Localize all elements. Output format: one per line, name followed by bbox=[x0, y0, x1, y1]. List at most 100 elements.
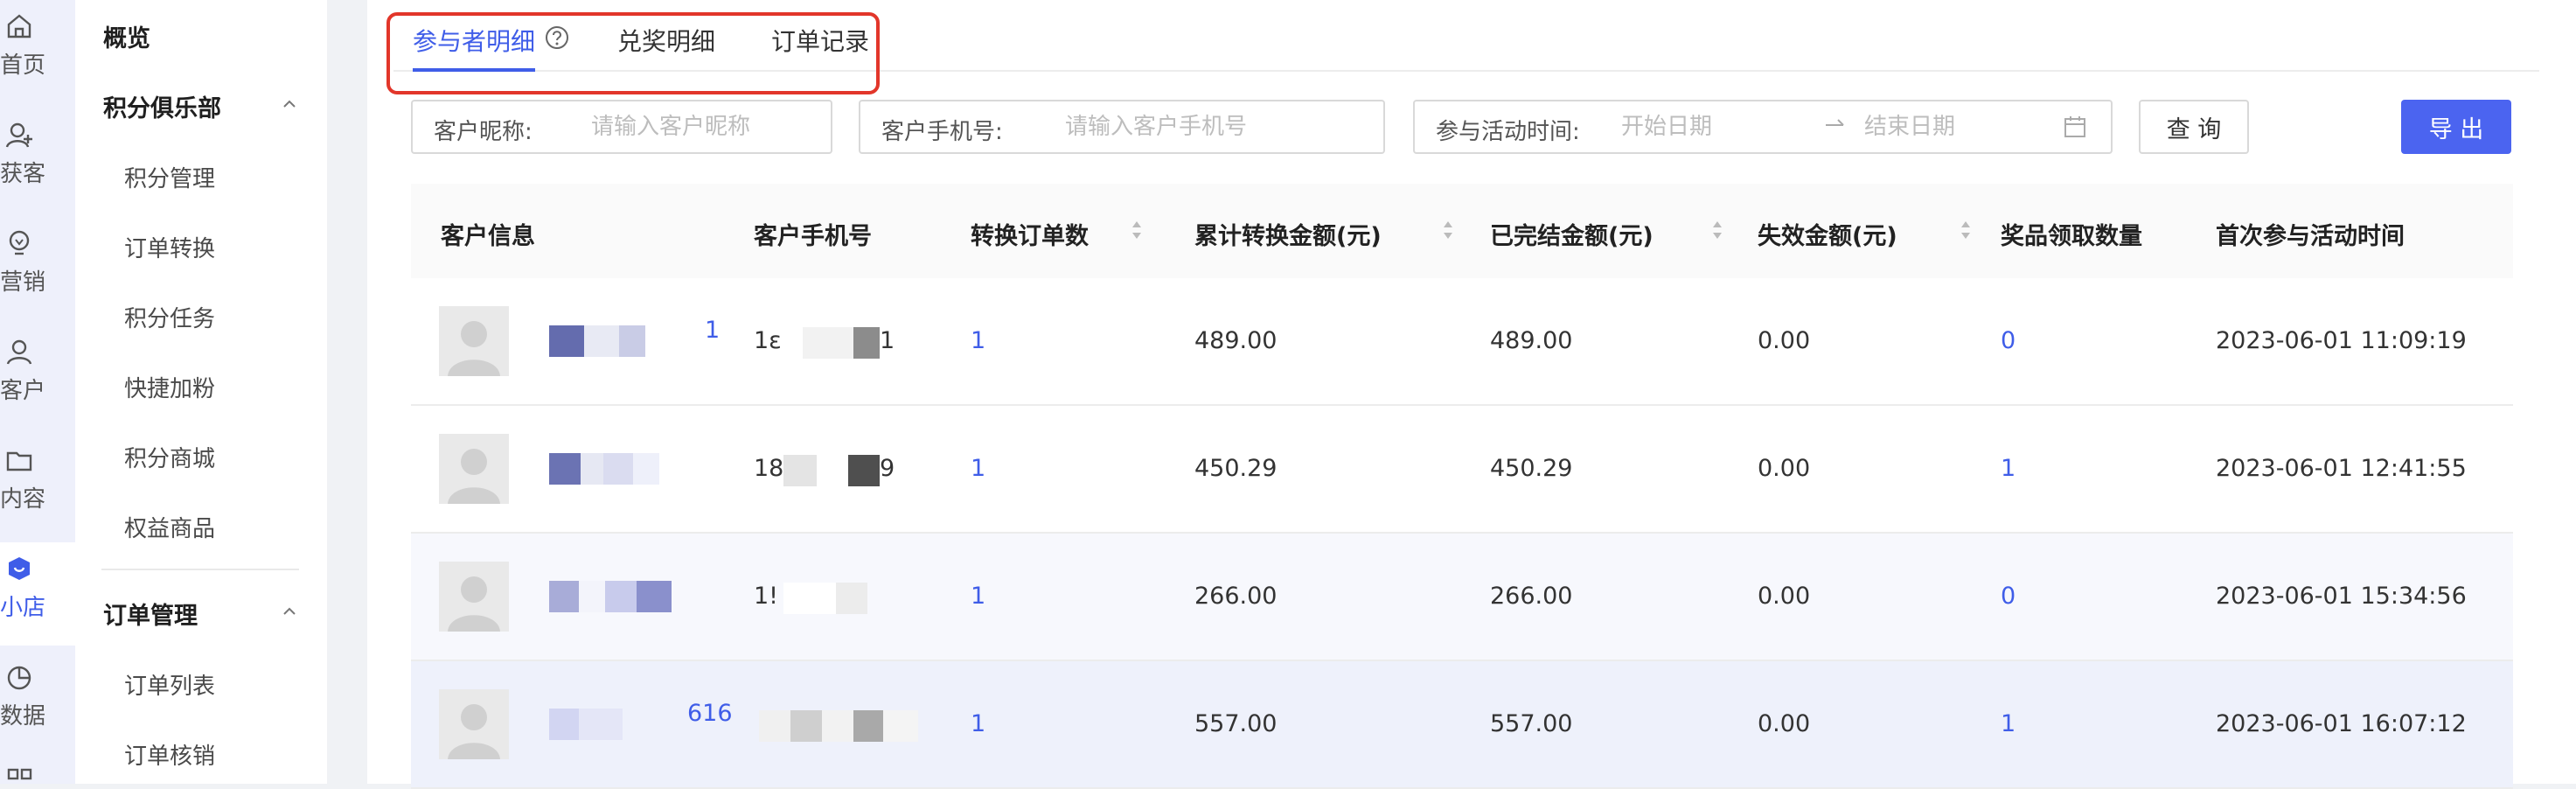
first-join-time: 2023-06-01 11:09:19 bbox=[2216, 327, 2467, 354]
phone-mosaic bbox=[783, 455, 817, 486]
table-header: 客户信息 客户手机号 转换订单数 累计转换金额(元) 已完结金额(元) 失效金额… bbox=[411, 184, 2513, 280]
phone-mosaic bbox=[783, 583, 836, 614]
rail-item-customer[interactable]: 客户 bbox=[0, 325, 75, 429]
user-add-icon bbox=[5, 122, 32, 148]
order-count-link[interactable]: 1 bbox=[971, 583, 985, 610]
chevron-up-icon[interactable] bbox=[280, 94, 299, 114]
col-customer-info: 客户信息 bbox=[441, 223, 535, 250]
phone-mosaic bbox=[853, 710, 883, 742]
rail-item-label: 小店 bbox=[0, 595, 46, 621]
col-order-count[interactable]: 转换订单数 bbox=[971, 217, 1089, 251]
shop-icon bbox=[9, 557, 30, 580]
chevron-up-icon[interactable] bbox=[280, 602, 299, 621]
col-prize-count: 奖品领取数量 bbox=[2001, 223, 2142, 250]
menu-item-points-task[interactable]: 积分任务 bbox=[124, 301, 215, 333]
prize-count-link[interactable]: 1 bbox=[2001, 455, 2016, 482]
rail-item-shop[interactable]: 小店 bbox=[0, 542, 75, 646]
order-count-link[interactable]: 1 bbox=[971, 710, 985, 737]
rail-item-label: 获客 bbox=[0, 161, 46, 187]
table-row[interactable]: 18 9 1 450.29 450.29 0.00 1 2023-06-01 1… bbox=[411, 406, 2513, 534]
nickname-mosaic bbox=[540, 709, 689, 740]
phone-tail: 1 bbox=[880, 327, 895, 354]
col-first-join-time: 首次参与活动时间 bbox=[2216, 223, 2405, 250]
nickname-mosaic bbox=[540, 581, 689, 612]
phone-mosaic bbox=[803, 327, 855, 359]
prize-count-link[interactable]: 1 bbox=[2001, 710, 2016, 737]
active-tab-underline bbox=[413, 68, 535, 72]
total-amount: 266.00 bbox=[1194, 583, 1278, 610]
table-row[interactable]: 616 1 557.00 557.00 0.00 1 2023-06-01 16… bbox=[411, 661, 2513, 789]
rail-item-data[interactable]: 数据 bbox=[0, 651, 75, 754]
help-icon[interactable] bbox=[544, 24, 570, 51]
nickname-tail[interactable]: 1 bbox=[705, 317, 720, 344]
menu-item-benefit-goods[interactable]: 权益商品 bbox=[124, 511, 215, 543]
total-amount: 489.00 bbox=[1194, 327, 1278, 354]
tab-participant-detail[interactable]: 参与者明细 bbox=[413, 23, 535, 58]
order-count-link[interactable]: 1 bbox=[971, 455, 985, 482]
apps-icon[interactable] bbox=[7, 766, 33, 784]
rail-item-acquire[interactable]: 获客 bbox=[0, 108, 75, 212]
phone-mosaic bbox=[759, 710, 790, 742]
phone-filter: 客户手机号: bbox=[859, 100, 1385, 154]
col-settled-amount[interactable]: 已完结金额(元) bbox=[1490, 217, 1654, 251]
user-icon bbox=[6, 339, 32, 365]
menu-item-order-verify[interactable]: 订单核销 bbox=[124, 738, 215, 771]
default-avatar-icon bbox=[448, 321, 500, 376]
sort-icon[interactable] bbox=[1441, 219, 1455, 241]
settled-amount: 450.29 bbox=[1490, 455, 1573, 482]
rail-item-marketing[interactable]: 营销 bbox=[0, 217, 75, 320]
phone-prefix: 1! bbox=[754, 583, 779, 610]
bulb-icon bbox=[9, 230, 30, 255]
rail-item-label: 首页 bbox=[0, 52, 46, 79]
settled-amount: 489.00 bbox=[1490, 327, 1573, 354]
phone-filter-label: 客户手机号: bbox=[881, 119, 1003, 145]
phone-mosaic bbox=[836, 583, 867, 614]
export-button[interactable]: 导 出 bbox=[2401, 100, 2511, 154]
phone-tail: 9 bbox=[880, 455, 895, 482]
rail-item-label: 营销 bbox=[0, 269, 46, 296]
phone-prefix: 18 bbox=[754, 455, 784, 482]
secondary-menu: 概览 积分俱乐部 积分管理 订单转换 积分任务 快捷加粉 积分商城 权益商品 订… bbox=[75, 0, 327, 784]
pie-chart-icon bbox=[7, 666, 31, 690]
menu-item-points-manage[interactable]: 积分管理 bbox=[124, 161, 215, 193]
query-button[interactable]: 查 询 bbox=[2139, 100, 2249, 154]
menu-item-quick-follow[interactable]: 快捷加粉 bbox=[124, 371, 215, 403]
nickname-input[interactable] bbox=[591, 105, 818, 149]
tab-prize-detail[interactable]: 兑奖明细 bbox=[617, 23, 715, 58]
phone-mosaic bbox=[883, 710, 918, 742]
tab-order-record[interactable]: 订单记录 bbox=[771, 23, 869, 58]
menu-group-points-club[interactable]: 积分俱乐部 bbox=[103, 89, 221, 123]
default-avatar-icon bbox=[448, 576, 500, 632]
rail-item-home[interactable]: 首页 bbox=[0, 0, 75, 103]
sort-icon[interactable] bbox=[1130, 219, 1144, 241]
default-avatar-icon bbox=[448, 704, 500, 759]
prize-count-link[interactable]: 0 bbox=[2001, 583, 2016, 610]
arrow-right-icon bbox=[1826, 119, 1844, 126]
settled-amount: 557.00 bbox=[1490, 710, 1573, 737]
calendar-icon[interactable] bbox=[2062, 114, 2088, 140]
end-date-input[interactable] bbox=[1864, 105, 2057, 149]
phone-mosaic bbox=[853, 327, 880, 359]
phone-input[interactable] bbox=[1065, 105, 1371, 149]
menu-item-order-convert[interactable]: 订单转换 bbox=[124, 231, 215, 263]
menu-item-points-mall[interactable]: 积分商城 bbox=[124, 441, 215, 473]
order-count-link[interactable]: 1 bbox=[971, 327, 985, 354]
menu-item-order-list[interactable]: 订单列表 bbox=[124, 668, 215, 701]
sort-icon[interactable] bbox=[1959, 219, 1973, 241]
col-total-amount[interactable]: 累计转换金额(元) bbox=[1194, 217, 1382, 251]
menu-item-overview[interactable]: 概览 bbox=[103, 19, 150, 53]
prize-count-link[interactable]: 0 bbox=[2001, 327, 2016, 354]
rail-item-content[interactable]: 内容 bbox=[0, 434, 75, 537]
menu-group-order-manage[interactable]: 订单管理 bbox=[103, 597, 198, 631]
nickname-tail[interactable]: 616 bbox=[687, 700, 733, 727]
first-join-time: 2023-06-01 16:07:12 bbox=[2216, 710, 2467, 737]
table-row[interactable]: 1 1ε 1 1 489.00 489.00 0.00 0 2023-06-01… bbox=[411, 278, 2513, 406]
invalid-amount: 0.00 bbox=[1758, 710, 1811, 737]
menu-divider bbox=[101, 569, 299, 570]
first-join-time: 2023-06-01 12:41:55 bbox=[2216, 455, 2467, 482]
table-row[interactable]: 1! 1 266.00 266.00 0.00 0 2023-06-01 15:… bbox=[411, 534, 2513, 661]
sort-icon[interactable] bbox=[1710, 219, 1724, 241]
rail-item-label: 客户 bbox=[0, 378, 46, 404]
start-date-input[interactable] bbox=[1621, 105, 1814, 149]
col-invalid-amount[interactable]: 失效金额(元) bbox=[1758, 217, 1897, 251]
